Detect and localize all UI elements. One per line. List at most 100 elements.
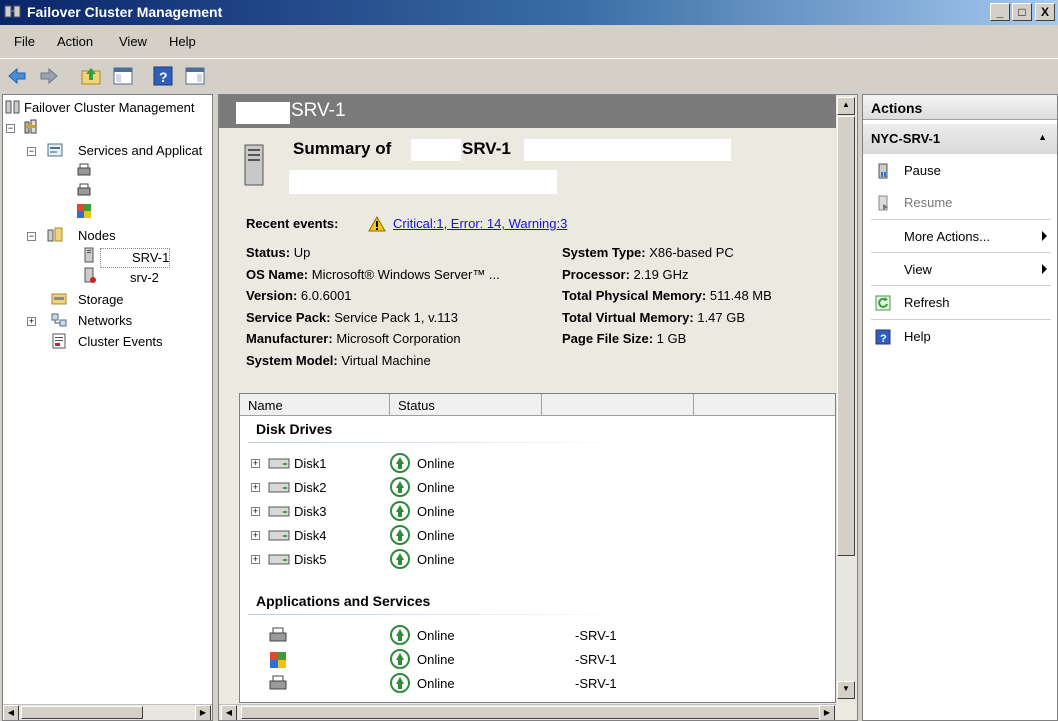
column-header-empty[interactable] [694,394,835,416]
disk-name: Disk3 [294,504,327,519]
application-row[interactable]: Online -SRV-1 [240,625,835,647]
pause-node-icon [878,163,888,179]
disk-name: Disk5 [294,552,327,567]
expand-disk-toggle[interactable]: + [251,507,260,516]
expand-networks-toggle[interactable]: + [27,317,36,326]
service-printer-icon[interactable] [76,183,92,199]
info-value: 6.0.6001 [300,288,352,303]
expand-disk-toggle[interactable]: + [251,459,260,468]
disk-row[interactable]: + Disk4 Online [240,525,835,547]
disk-row[interactable]: + Disk5 Online [240,549,835,571]
server-tower-icon [244,144,264,186]
expand-disk-toggle[interactable]: + [251,483,260,492]
scroll-right-button[interactable]: ▶ [195,705,211,720]
details-vertical-scrollbar[interactable]: ▲ ▼ [836,95,856,703]
cluster-icon[interactable] [23,119,39,135]
actions-node-section[interactable]: NYC-SRV-1 ▲ [863,124,1057,154]
service-printer-icon[interactable] [76,163,92,179]
action-pause[interactable]: Pause [863,156,1057,186]
menu-action[interactable]: Action [57,34,93,49]
online-icon [390,625,410,645]
info-row: Manufacturer: Microsoft Corporation [246,331,461,346]
action-more-actions[interactable]: More Actions... [863,222,1057,252]
expand-disk-toggle[interactable]: + [251,555,260,564]
menu-view[interactable]: View [119,34,147,49]
action-view[interactable]: View [863,255,1057,285]
action-refresh[interactable]: Refresh [863,288,1057,318]
server-icon[interactable] [81,247,97,263]
action-help[interactable]: ? Help [863,322,1057,352]
tree-label-node-srv-2: srv-2 [130,270,159,285]
info-row: Processor: 2.19 GHz [562,267,688,282]
info-label: Total Physical Memory: [562,288,707,303]
storage-icon [51,293,67,305]
tree-label-cluster-events: Cluster Events [78,334,163,349]
action-label-resume: Resume [904,195,953,210]
details-scroll-thumb[interactable] [837,116,855,556]
show-hide-action-pane-icon[interactable] [184,65,206,87]
action-label-view: View [904,262,932,277]
menu-help[interactable]: Help [169,34,196,49]
info-row: Service Pack: Service Pack 1, v.113 [246,310,458,325]
collapse-nodes-toggle[interactable]: − [27,232,36,241]
title-bar: Failover Cluster Management _ □ X [0,0,1058,25]
tree-horizontal-scrollbar[interactable]: ◀ ▶ [3,704,212,720]
info-label: Processor: [562,266,630,282]
show-hide-console-tree-icon[interactable] [112,65,134,87]
column-header-name[interactable]: Name [240,394,390,416]
action-separator [871,252,1051,253]
disk-name: Disk2 [294,480,327,495]
application-status: Online [417,628,455,643]
actions-node-title: NYC-SRV-1 [871,131,941,146]
info-value: 511.48 MB [709,288,772,303]
details-hscroll-thumb[interactable] [241,706,821,719]
up-folder-icon[interactable] [80,65,102,87]
collapse-cluster-toggle[interactable]: − [6,124,15,133]
info-row: Total Physical Memory: 511.48 MB [562,288,772,303]
maximize-button[interactable]: □ [1012,3,1032,21]
disk-status: Online [417,504,455,519]
collapse-services-toggle[interactable]: − [27,147,36,156]
scroll-down-button[interactable]: ▼ [837,681,855,699]
scroll-left-button[interactable]: ◀ [221,705,237,720]
scroll-up-button[interactable]: ▲ [837,97,855,115]
disk-icon [268,482,290,493]
column-header-status[interactable]: Status [390,394,542,416]
disk-row[interactable]: + Disk2 Online [240,477,835,499]
expand-disk-toggle[interactable]: + [251,531,260,540]
back-arrow-icon[interactable] [6,65,28,87]
details-horizontal-scrollbar[interactable]: ◀ ▶ [219,704,836,720]
disk-row[interactable]: + Disk3 Online [240,501,835,523]
application-row[interactable]: Online -SRV-1 [240,673,835,695]
actions-header: Actions [863,95,1057,120]
help-icon[interactable]: ? [152,65,174,87]
services-icon [47,143,63,157]
tree-scroll-thumb[interactable] [21,706,143,719]
details-header-title: SRV-1 [291,100,346,121]
close-button[interactable]: X [1035,3,1055,21]
column-header-empty[interactable] [542,394,694,416]
action-label-pause: Pause [904,163,941,178]
disk-status: Online [417,456,455,471]
action-resume[interactable]: Resume [863,188,1057,218]
scroll-right-button[interactable]: ▶ [819,705,835,720]
collapse-section-icon[interactable]: ▲ [1038,132,1047,142]
tree-label-services: Services and Applicat [78,143,203,158]
application-row[interactable]: Online -SRV-1 [240,649,835,671]
tree-label-networks: Networks [78,313,133,328]
recent-events-link[interactable]: Critical:1, Error: 14, Warning:3 [393,216,567,231]
info-row: System Model: Virtual Machine [246,353,431,368]
minimize-button[interactable]: _ [990,3,1010,21]
action-label-help: Help [904,329,931,344]
tree-item-node-srv-2[interactable]: srv-2 [130,270,159,290]
disk-status: Online [417,528,455,543]
online-icon [390,525,410,545]
server-down-icon[interactable] [81,267,97,283]
disk-row[interactable]: + Disk1 Online [240,453,835,475]
details-header: SRV-1 [219,95,836,128]
menu-file[interactable]: File [14,34,35,49]
info-row: Page File Size: 1 GB [562,331,686,346]
service-application-icon[interactable] [76,203,92,219]
forward-arrow-icon[interactable] [38,65,60,87]
scroll-left-button[interactable]: ◀ [3,705,19,720]
